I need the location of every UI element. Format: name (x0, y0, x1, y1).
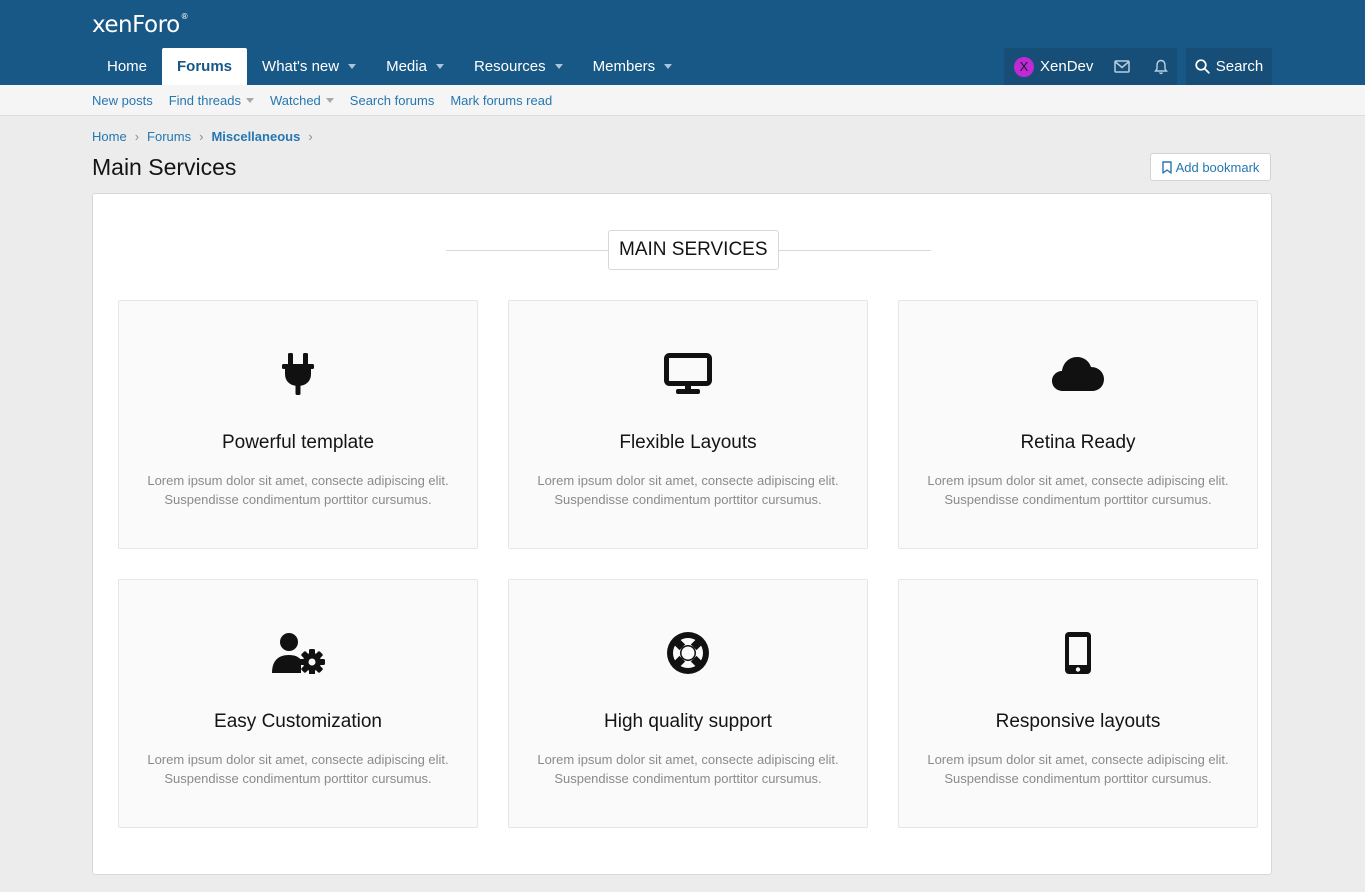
bookmark-icon (1161, 160, 1172, 174)
account-username[interactable]: XenDev (1040, 58, 1093, 75)
card-title: High quality support (604, 711, 772, 732)
mobile-icon (899, 628, 1257, 678)
logo-registered-mark: ® (180, 12, 189, 21)
nav-tab-label: Members (592, 58, 656, 75)
bell-icon[interactable] (1154, 59, 1169, 75)
subnav-watched[interactable]: Watched (270, 93, 334, 108)
card-title: Responsive layouts (995, 711, 1161, 732)
page-title: Main Services (92, 154, 237, 180)
user-gear-icon (119, 628, 477, 678)
nav-tab-home[interactable]: Home (92, 48, 162, 85)
avatar-letter: X (1019, 59, 1029, 74)
caret-down-icon[interactable] (325, 97, 334, 103)
add-bookmark-button[interactable]: Add bookmark (1150, 153, 1271, 181)
caret-down-icon[interactable] (245, 97, 254, 103)
nav-tab-forums[interactable]: Forums (162, 48, 248, 85)
cloud-icon (899, 349, 1257, 399)
site-header: xenForo® Home Forums What's new Media Re… (0, 0, 1365, 85)
card-description: Lorem ipsum dolor sit amet, consecte adi… (147, 752, 449, 786)
subnav-label: Mark forums read (450, 92, 553, 108)
subnav-new-posts[interactable]: New posts (92, 93, 153, 108)
nav-tab-label: Media (386, 58, 427, 75)
site-logo[interactable]: xenForo® (92, 12, 189, 38)
chevron-right-icon: › (134, 129, 140, 144)
desktop-icon (509, 349, 867, 399)
search-button[interactable]: Search (1186, 48, 1272, 85)
subnav-search-forums[interactable]: Search forums (350, 93, 435, 108)
nav-tab-whats-new[interactable]: What's new (247, 48, 371, 85)
services-panel: MAIN SERVICES Powerful template Lorem ip… (92, 193, 1272, 875)
service-card-easy-customization: Easy Customization Lorem ipsum dolor sit… (118, 579, 478, 828)
section-heading: MAIN SERVICES (446, 230, 931, 270)
caret-down-icon[interactable] (664, 64, 673, 69)
logo-text: xenForo (92, 12, 180, 38)
card-description: Lorem ipsum dolor sit amet, consecte adi… (927, 752, 1229, 786)
search-icon (1195, 59, 1210, 74)
card-title: Retina Ready (1020, 432, 1136, 453)
service-card-responsive-layouts: Responsive layouts Lorem ipsum dolor sit… (898, 579, 1258, 828)
caret-down-icon[interactable] (554, 64, 563, 69)
life-ring-icon (509, 628, 867, 678)
card-title: Flexible Layouts (619, 432, 757, 453)
card-description: Lorem ipsum dolor sit amet, consecte adi… (927, 473, 1229, 507)
breadcrumb-forums[interactable]: Forums (147, 129, 191, 144)
breadcrumb: Home › Forums › Miscellaneous › (92, 129, 321, 144)
subnav-find-threads[interactable]: Find threads (169, 93, 254, 108)
service-card-high-quality-support: High quality support Lorem ipsum dolor s… (508, 579, 868, 828)
avatar[interactable]: X (1014, 56, 1034, 77)
breadcrumb-home[interactable]: Home (92, 129, 127, 144)
subnav-mark-forums-read[interactable]: Mark forums read (450, 93, 552, 108)
main-nav: Home Forums What's new Media Resources M… (92, 48, 687, 85)
service-card-powerful-template: Powerful template Lorem ipsum dolor sit … (118, 300, 478, 549)
nav-tab-label: Forums (177, 58, 233, 75)
chevron-right-icon: › (199, 129, 204, 144)
service-card-retina-ready: Retina Ready Lorem ipsum dolor sit amet,… (898, 300, 1258, 549)
card-description: Lorem ipsum dolor sit amet, consecte adi… (537, 752, 839, 786)
service-card-flexible-layouts: Flexible Layouts Lorem ipsum dolor sit a… (508, 300, 868, 549)
card-title: Easy Customization (214, 711, 382, 732)
nav-tab-label: Home (107, 58, 148, 75)
chevron-right-icon: › (308, 129, 313, 144)
section-title: MAIN SERVICES (608, 230, 779, 270)
breadcrumb-miscellaneous[interactable]: Miscellaneous (211, 129, 300, 144)
caret-down-icon[interactable] (435, 64, 444, 69)
nav-tab-members[interactable]: Members (578, 48, 688, 85)
card-description: Lorem ipsum dolor sit amet, consecte adi… (537, 473, 839, 507)
caret-down-icon[interactable] (348, 64, 357, 69)
nav-tab-media[interactable]: Media (371, 48, 459, 85)
subnav-label: Find threads (168, 92, 241, 108)
nav-tab-label: What's new (262, 58, 340, 75)
plug-icon (119, 349, 477, 399)
subnav-label: Search forums (349, 92, 435, 108)
nav-tab-resources[interactable]: Resources (459, 48, 578, 85)
bookmark-label: Add bookmark (1175, 159, 1260, 175)
nav-tab-label: Resources (473, 58, 546, 75)
envelope-icon[interactable] (1114, 60, 1131, 73)
subnav-label: New posts (92, 92, 153, 108)
sub-nav: New posts Find threads Watched Search fo… (0, 85, 1365, 116)
card-description: Lorem ipsum dolor sit amet, consecte adi… (147, 473, 449, 507)
account-bar: X XenDev (1004, 48, 1177, 85)
card-title: Powerful template (221, 432, 375, 453)
subnav-label: Watched (269, 92, 321, 108)
search-label: Search (1215, 58, 1264, 75)
